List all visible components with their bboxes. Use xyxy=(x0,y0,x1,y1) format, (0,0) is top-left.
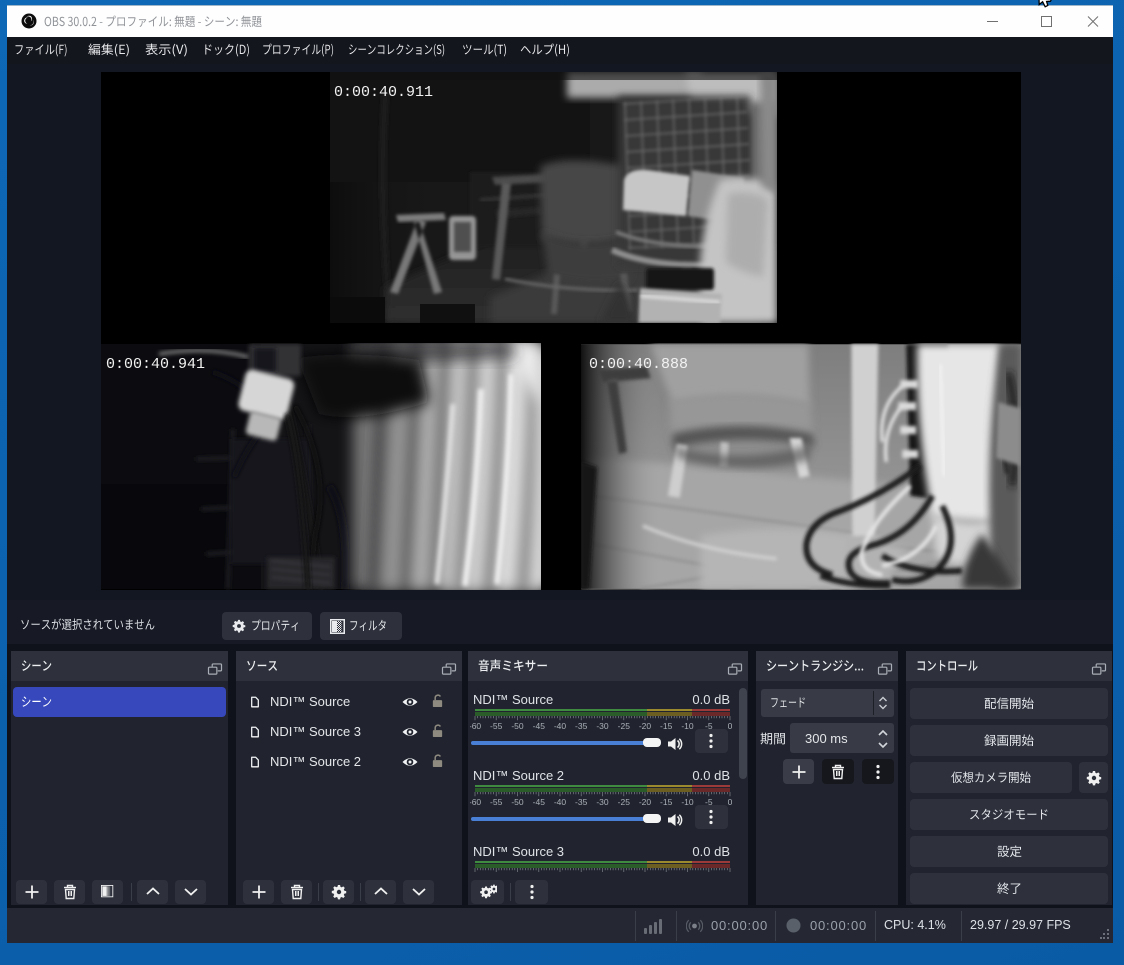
svg-text:-25: -25 xyxy=(618,797,631,807)
svg-text:-30: -30 xyxy=(596,797,609,807)
svg-text:-15: -15 xyxy=(660,797,673,807)
svg-text:0: 0 xyxy=(728,797,733,807)
svg-text:-10: -10 xyxy=(681,721,694,731)
svg-text:-60: -60 xyxy=(470,797,481,807)
svg-text:-60: -60 xyxy=(470,721,481,731)
svg-text:-45: -45 xyxy=(533,721,546,731)
svg-text:-40: -40 xyxy=(554,797,567,807)
svg-text:-25: -25 xyxy=(618,721,631,731)
svg-text:-50: -50 xyxy=(511,797,524,807)
svg-text:-15: -15 xyxy=(660,721,673,731)
svg-text:-20: -20 xyxy=(639,797,652,807)
svg-text:-35: -35 xyxy=(575,721,588,731)
svg-text:-20: -20 xyxy=(639,721,652,731)
svg-text:-45: -45 xyxy=(533,797,546,807)
svg-text:-55: -55 xyxy=(490,797,503,807)
svg-text:-30: -30 xyxy=(596,721,609,731)
svg-text:-55: -55 xyxy=(490,721,503,731)
svg-text:-40: -40 xyxy=(554,721,567,731)
svg-text:-50: -50 xyxy=(511,721,524,731)
svg-text:-35: -35 xyxy=(575,797,588,807)
svg-text:0: 0 xyxy=(728,721,733,731)
svg-text:-10: -10 xyxy=(681,797,694,807)
